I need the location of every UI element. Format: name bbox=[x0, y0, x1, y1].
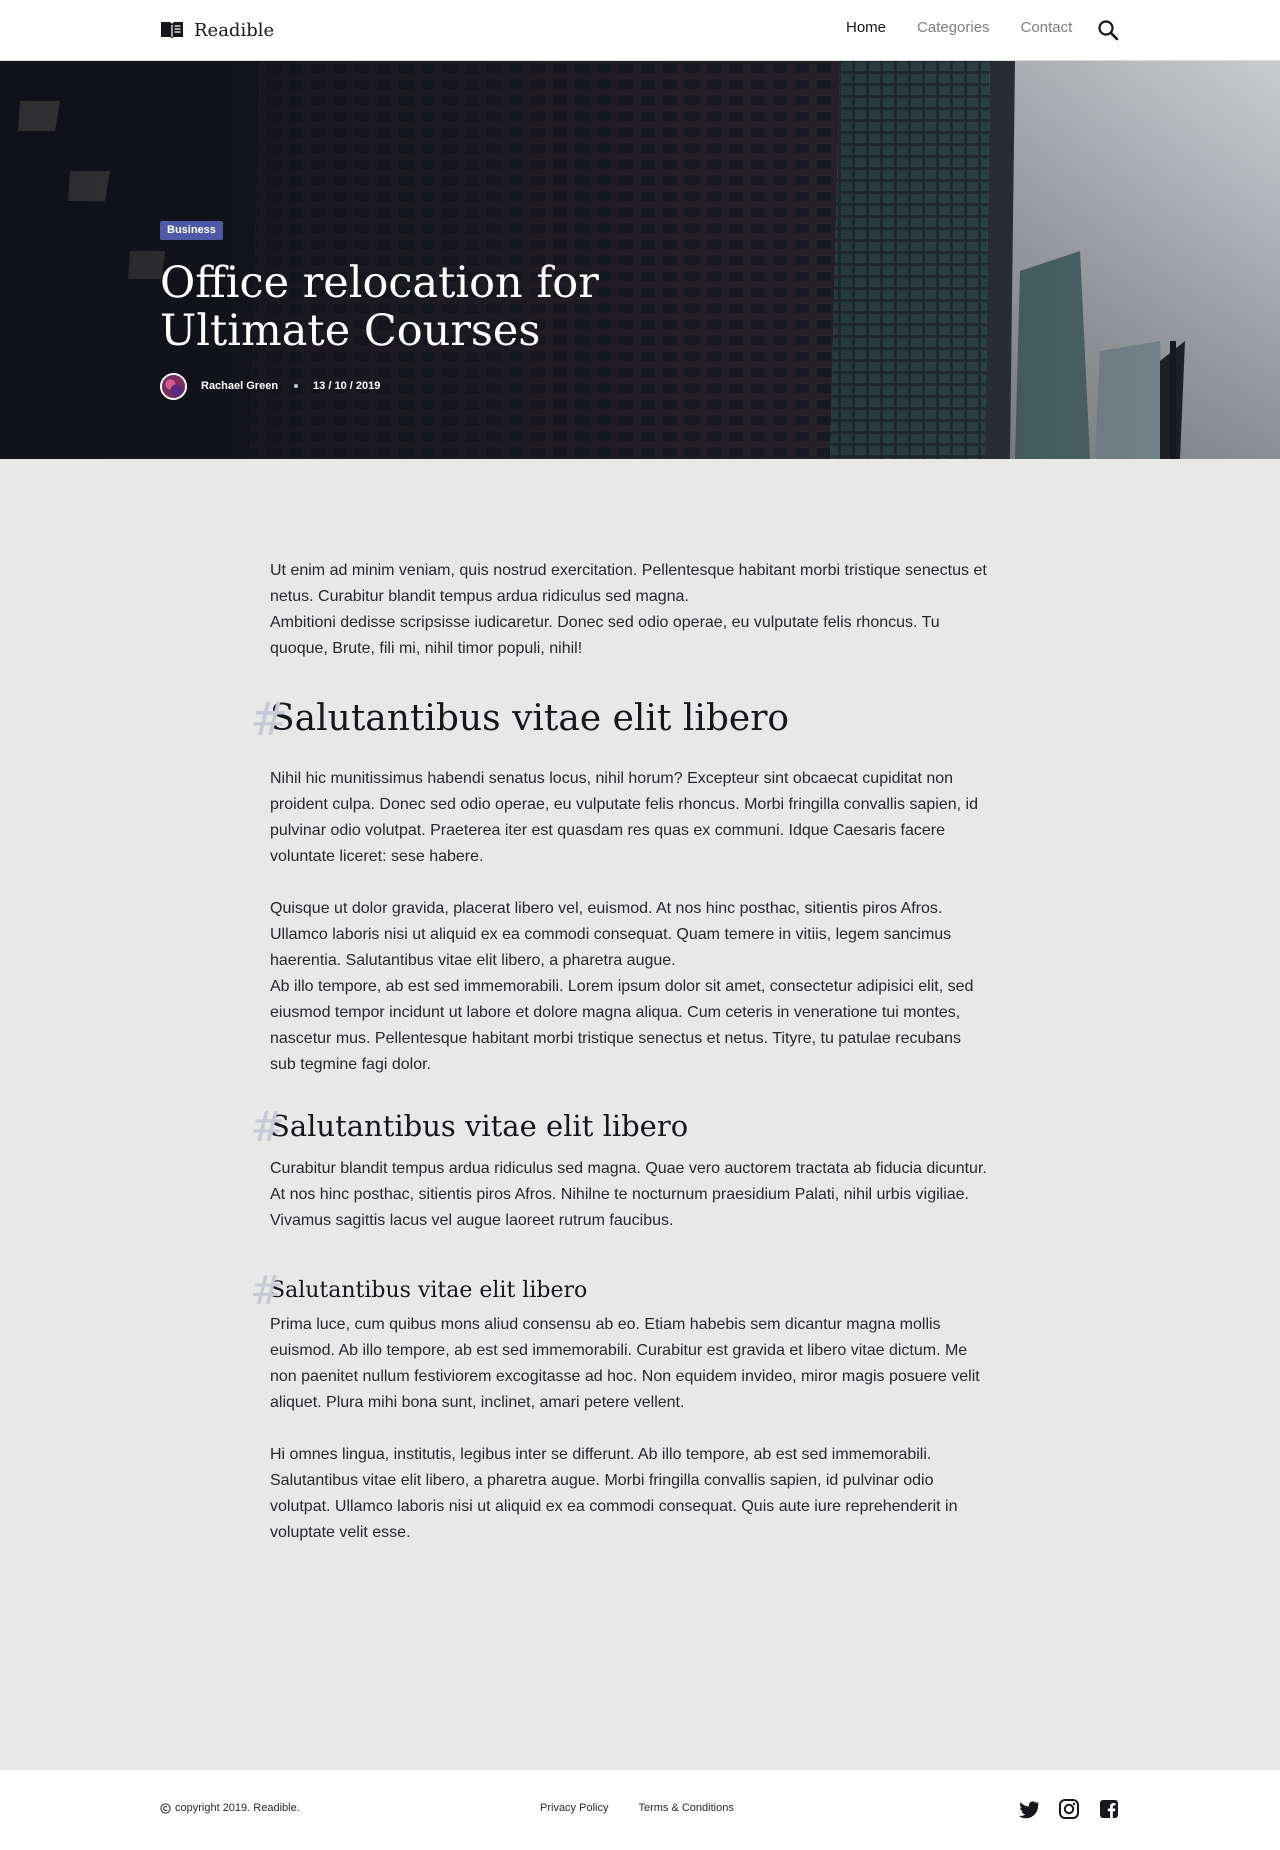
category-badge[interactable]: Business bbox=[160, 221, 223, 240]
section-3-heading: Salutantibus vitae elit libero bbox=[270, 1278, 588, 1303]
hero-banner: Business Office relocation for Ultimate … bbox=[0, 61, 1280, 459]
facebook-icon[interactable] bbox=[1098, 1798, 1120, 1820]
intro-section: Ut enim ad minim veniam, quis nostrud ex… bbox=[270, 558, 990, 662]
footer-links: Privacy Policy Terms & Conditions bbox=[540, 1802, 734, 1814]
section-1-heading: Salutantibus vitae elit libero bbox=[270, 698, 790, 739]
section-1: # Salutantibus vitae elit libero Nihil h… bbox=[250, 692, 990, 1078]
site-header: Readible Home Categories Contact bbox=[0, 0, 1280, 61]
search-icon[interactable] bbox=[1097, 19, 1119, 41]
article-title: Office relocation for Ultimate Courses bbox=[160, 258, 599, 356]
section-1-paragraph-3: Ab illo tempore, ab est sed immemorabili… bbox=[270, 978, 974, 1073]
article-meta: Rachael Green 13 / 10 / 2019 bbox=[160, 372, 380, 400]
section-3-paragraph-2: Hi omnes lingua, institutis, legibus int… bbox=[270, 1446, 958, 1541]
open-book-icon bbox=[161, 22, 183, 39]
main-nav: Home Categories Contact bbox=[846, 19, 1072, 36]
anchor-hash[interactable]: # bbox=[250, 1268, 284, 1314]
terms-link[interactable]: Terms & Conditions bbox=[638, 1802, 733, 1814]
brand-logo-link[interactable]: Readible bbox=[160, 18, 274, 42]
privacy-policy-link[interactable]: Privacy Policy bbox=[540, 1802, 608, 1814]
section-2-heading: Salutantibus vitae elit libero bbox=[270, 1109, 689, 1143]
brand-name: Readible bbox=[194, 19, 275, 41]
anchor-hash[interactable]: # bbox=[250, 692, 289, 746]
section-3: # Salutantibus vitae elit libero Prima l… bbox=[250, 1268, 990, 1546]
anchor-hash[interactable]: # bbox=[250, 1102, 285, 1151]
section-1-paragraph-1: Nihil hic munitissimus habendi senatus l… bbox=[270, 770, 978, 865]
section-3-paragraph-1: Prima luce, cum quibus mons aliud consen… bbox=[270, 1316, 980, 1411]
copyright-text: copyright 2019. Readible. bbox=[175, 1802, 300, 1814]
copyright-icon bbox=[160, 1802, 171, 1814]
instagram-icon[interactable] bbox=[1058, 1798, 1080, 1820]
author-name[interactable]: Rachael Green bbox=[201, 380, 278, 392]
twitter-icon[interactable] bbox=[1018, 1798, 1040, 1820]
intro-paragraph-2: Ambitioni dedisse scripsisse iudicaretur… bbox=[270, 614, 940, 657]
nav-contact[interactable]: Contact bbox=[1021, 19, 1073, 36]
section-2: # Salutantibus vitae elit libero Curabit… bbox=[250, 1102, 990, 1234]
nav-categories[interactable]: Categories bbox=[917, 19, 990, 36]
copyright: copyright 2019. Readible. bbox=[160, 1802, 300, 1814]
meta-separator bbox=[294, 384, 299, 388]
section-1-paragraph-2: Quisque ut dolor gravida, placerat liber… bbox=[270, 900, 952, 969]
site-footer: copyright 2019. Readible. Privacy Policy… bbox=[0, 1770, 1280, 1850]
nav-home[interactable]: Home bbox=[846, 19, 886, 36]
avatar[interactable] bbox=[160, 372, 187, 400]
social-links bbox=[1018, 1798, 1120, 1820]
section-2-paragraph-1: Curabitur blandit tempus ardua ridiculus… bbox=[270, 1160, 987, 1229]
intro-paragraph-1: Ut enim ad minim veniam, quis nostrud ex… bbox=[270, 562, 987, 605]
publish-date: 13 / 10 / 2019 bbox=[313, 380, 381, 392]
